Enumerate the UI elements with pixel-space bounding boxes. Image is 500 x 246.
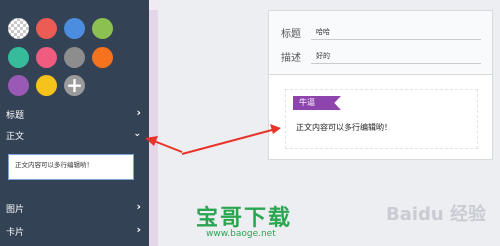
swatch-green[interactable] [92, 18, 113, 39]
swatch-red[interactable] [36, 18, 57, 39]
section-card[interactable]: 卡片 › [0, 221, 149, 241]
section-image[interactable]: 图片 › [0, 198, 149, 218]
add-color-icon[interactable]: + [64, 75, 85, 96]
swatch-yellow[interactable] [36, 75, 57, 96]
desc-row: 描述 好的 [281, 45, 481, 65]
body-text-field[interactable]: 正文内容可以多行编辑哟！ [8, 154, 134, 180]
title-underline [311, 39, 481, 40]
swatch-pink[interactable] [36, 47, 57, 68]
watermark-baidu: Baidu 经验 [386, 204, 487, 225]
ribbon-badge: 牛逼 [293, 96, 341, 110]
section-image-label: 图片 [6, 205, 25, 215]
card-body-text: 正文内容可以多行编辑哟！ [296, 123, 392, 132]
watermark-url: www.baoge.net [206, 229, 276, 239]
swatch-gray[interactable] [64, 47, 85, 68]
swatch-transparent[interactable] [8, 18, 29, 39]
chevron-down-icon: ⌄ [133, 129, 141, 139]
desc-label: 描述 [281, 53, 301, 64]
scrollbar[interactable] [149, 0, 158, 246]
title-row: 标题 哈哈 [281, 21, 481, 41]
section-body-label: 正文 [6, 132, 25, 142]
desc-underline [311, 63, 481, 64]
style-panel: + 标题 › 正文 ⌄ 正文内容可以多行编辑哟！ 图片 › 卡片 › [0, 0, 149, 246]
swatch-blue[interactable] [64, 18, 85, 39]
section-card-label: 卡片 [6, 228, 25, 238]
swatch-orange[interactable] [92, 47, 113, 68]
chevron-right-icon: › [136, 223, 141, 236]
swatch-teal[interactable] [8, 47, 29, 68]
title-label: 标题 [281, 29, 301, 40]
section-title-label: 标题 [6, 111, 25, 121]
title-input[interactable]: 哈哈 [316, 27, 330, 37]
section-title[interactable]: 标题 › [0, 104, 149, 124]
swatch-purple[interactable] [8, 75, 29, 96]
chevron-right-icon: › [136, 106, 141, 119]
section-body[interactable]: 正文 ⌄ [0, 125, 149, 145]
watermark-brand: 宝哥下载 [196, 206, 293, 231]
desc-input[interactable]: 好的 [316, 51, 330, 61]
chevron-right-icon: › [136, 200, 141, 213]
